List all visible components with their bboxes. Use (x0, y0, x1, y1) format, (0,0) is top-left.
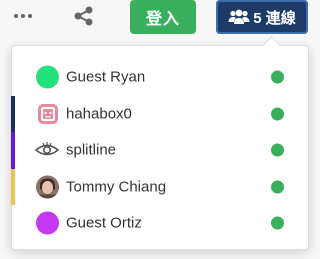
dot (21, 14, 25, 18)
user-name: hahabox0 (66, 105, 132, 123)
user-row[interactable]: Guest Ortiz (12, 205, 308, 242)
dot (28, 14, 32, 18)
user-color-bar (11, 205, 15, 242)
avatar (38, 103, 58, 124)
avatar (36, 211, 59, 235)
dot (14, 14, 18, 18)
user-name: splitline (66, 141, 117, 159)
online-user-list: Guest Ryan hahabox0 splitline Tommy Chia… (11, 59, 308, 242)
online-status-dot (271, 107, 284, 121)
avatar (36, 175, 59, 199)
share-icon[interactable] (72, 5, 96, 27)
user-row[interactable]: Tommy Chiang (11, 168, 308, 205)
avatar (34, 140, 60, 160)
user-row[interactable]: splitline (11, 132, 308, 169)
online-users-button[interactable]: 5 連線 (216, 0, 308, 34)
user-color-bar (11, 59, 15, 96)
user-name: Guest Ortiz (66, 214, 142, 232)
online-count-label: 5 連線 (253, 9, 296, 27)
user-color-bar (11, 95, 15, 132)
login-button[interactable]: 登入 (130, 0, 196, 34)
user-row[interactable]: Guest Ryan (12, 59, 308, 96)
more-options-icon[interactable] (12, 8, 34, 24)
online-status-dot (271, 70, 284, 84)
top-toolbar: 登入 5 連線 (0, 0, 320, 36)
online-status-dot (271, 216, 284, 230)
user-name: Guest Ryan (66, 68, 146, 86)
user-row[interactable]: hahabox0 (11, 95, 308, 132)
user-name: Tommy Chiang (66, 178, 167, 196)
online-status-dot (271, 180, 284, 194)
online-status-dot (271, 143, 284, 157)
users-icon (228, 9, 250, 24)
user-color-bar (11, 132, 15, 169)
online-users-dropdown: Guest Ryan hahabox0 splitline Tommy Chia… (11, 45, 309, 250)
user-color-bar (11, 168, 15, 205)
avatar (36, 65, 59, 89)
